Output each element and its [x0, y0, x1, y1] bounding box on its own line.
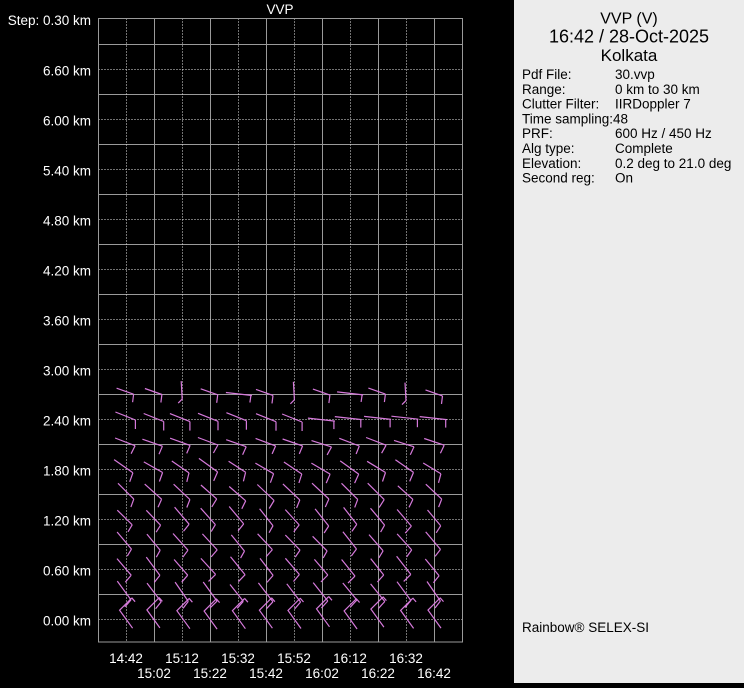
svg-text:3.00 km: 3.00 km [43, 364, 91, 379]
svg-text:IIRDoppler 7: IIRDoppler 7 [615, 97, 691, 112]
svg-text:PRF:: PRF: [522, 126, 553, 141]
svg-text:Step: 0.30 km: Step: 0.30 km [8, 13, 91, 28]
svg-text:30.vvp: 30.vvp [615, 67, 655, 82]
svg-text:Clutter Filter:: Clutter Filter: [522, 97, 599, 112]
svg-text:15:22: 15:22 [193, 666, 227, 681]
svg-text:15:42: 15:42 [249, 666, 283, 681]
svg-text:VVP: VVP [266, 2, 293, 17]
svg-text:2.40 km: 2.40 km [43, 414, 91, 429]
svg-text:Time sampling:48: Time sampling:48 [522, 111, 628, 126]
svg-text:1.20 km: 1.20 km [43, 514, 91, 529]
svg-text:16:12: 16:12 [333, 651, 367, 666]
svg-text:600 Hz / 450 Hz: 600 Hz / 450 Hz [615, 126, 712, 141]
svg-text:0.2 deg to 21.0 deg: 0.2 deg to 21.0 deg [615, 156, 731, 171]
svg-text:16:32: 16:32 [389, 651, 423, 666]
svg-text:Pdf File:: Pdf File: [522, 67, 572, 82]
svg-text:0 km to 30 km: 0 km to 30 km [615, 82, 700, 97]
svg-text:VVP (V): VVP (V) [600, 11, 658, 28]
svg-text:16:42 / 28-Oct-2025: 16:42 / 28-Oct-2025 [549, 27, 709, 47]
svg-text:14:42: 14:42 [109, 651, 143, 666]
svg-text:Complete: Complete [615, 141, 673, 156]
svg-text:0.60 km: 0.60 km [43, 564, 91, 579]
svg-text:0.00 km: 0.00 km [43, 614, 91, 629]
svg-text:Kolkata: Kolkata [601, 46, 658, 65]
svg-text:16:42: 16:42 [417, 666, 451, 681]
svg-text:1.80 km: 1.80 km [43, 464, 91, 479]
svg-text:15:52: 15:52 [277, 651, 311, 666]
svg-text:3.60 km: 3.60 km [43, 314, 91, 329]
svg-text:4.80 km: 4.80 km [43, 214, 91, 229]
svg-text:On: On [615, 171, 633, 186]
svg-text:Range:: Range: [522, 82, 566, 97]
svg-text:4.20 km: 4.20 km [43, 264, 91, 279]
svg-text:6.00 km: 6.00 km [43, 114, 91, 129]
svg-text:16:02: 16:02 [305, 666, 339, 681]
svg-text:Second reg:: Second reg: [522, 171, 595, 186]
svg-text:Alg type:: Alg type: [522, 141, 575, 156]
svg-text:Elevation:: Elevation: [522, 156, 581, 171]
svg-text:15:12: 15:12 [165, 651, 199, 666]
svg-text:6.60 km: 6.60 km [43, 64, 91, 79]
svg-text:15:32: 15:32 [221, 651, 255, 666]
svg-text:15:02: 15:02 [137, 666, 171, 681]
svg-text:Rainbow® SELEX-SI: Rainbow® SELEX-SI [522, 620, 649, 635]
svg-text:5.40 km: 5.40 km [43, 164, 91, 179]
svg-text:16:22: 16:22 [361, 666, 395, 681]
